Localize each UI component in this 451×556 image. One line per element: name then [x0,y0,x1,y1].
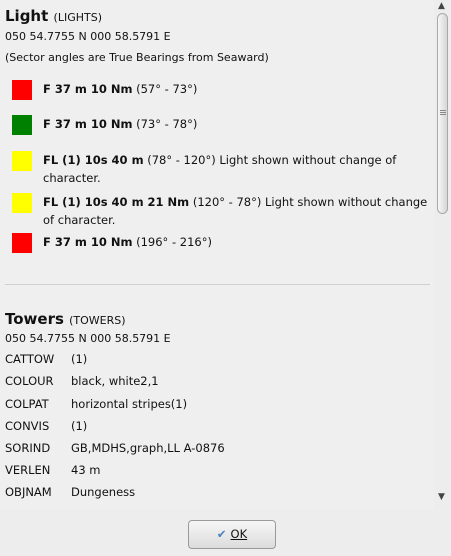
light-section-title: Light (LIGHTS) [5,7,102,25]
towers-position: 050 54.7755 N 000 58.5791 E [5,332,171,345]
scrollbar-thumb[interactable] [437,13,448,214]
sector-color-swatch [12,115,32,135]
attribute-row: CATTOW (1) [5,352,87,366]
attribute-value: GB,MDHS,graph,LL A-0876 [71,441,225,455]
attribute-key: CONVIS [5,419,50,433]
sector-color-swatch [12,80,32,100]
attribute-value: 43 m [71,463,101,477]
attribute-row: SORIND GB,MDHS,graph,LL A-0876 [5,441,225,455]
ok-button[interactable]: ✔ OK [188,520,276,549]
section-divider [5,284,430,285]
attribute-key: OBJNAM [5,485,52,499]
attribute-row: CONVIS (1) [5,419,87,433]
ok-label: OK [230,527,248,541]
towers-code: (TOWERS) [69,314,126,327]
attribute-value: Dungeness [71,485,136,499]
grip-icon [440,110,446,111]
attribute-key: VERLEN [5,463,51,477]
sector-text: F 37 m 10 Nm (73° - 78°) [43,117,198,131]
vertical-scrollbar[interactable]: ▲ ▼ [434,0,451,509]
towers-section-title: Towers (TOWERS) [5,310,126,328]
attribute-value: black, white2,1 [71,374,159,388]
attribute-key: SORIND [5,441,51,455]
sector-color-swatch [12,193,32,213]
check-icon: ✔ [216,527,227,541]
attribute-key: COLOUR [5,374,54,388]
light-code: (LIGHTS) [53,11,102,24]
attribute-row: OBJNAM Dungeness [5,485,135,499]
towers-title: Towers [5,310,64,328]
attribute-value: horizontal stripes(1) [71,397,188,411]
attribute-value: (1) [71,419,88,433]
scroll-up-icon[interactable]: ▲ [438,1,445,11]
sector-note: (Sector angles are True Bearings from Se… [5,51,269,64]
sector-color-swatch [12,151,32,171]
attribute-key: COLPAT [5,397,49,411]
scroll-down-icon[interactable]: ▼ [438,492,445,502]
attribute-row: VERLEN 43 m [5,463,101,477]
sector-color-swatch [12,233,32,253]
sector-text: FL (1) 10s 40 m (78° - 120°) Light shown… [43,153,397,185]
sector-text: FL (1) 10s 40 m 21 Nm (120° - 78°) Light… [43,195,428,227]
attribute-value: (1) [71,352,88,366]
sector-text: F 37 m 10 Nm (196° - 216°) [43,235,212,249]
sector-text: F 37 m 10 Nm (57° - 73°) [43,82,198,96]
light-title: Light [5,7,49,25]
attribute-row: COLOUR black, white2,1 [5,374,159,388]
attribute-row: COLPAT horizontal stripes(1) [5,397,187,411]
feature-info-panel: Light (LIGHTS) 050 54.7755 N 000 58.5791… [0,0,434,509]
attribute-key: CATTOW [5,352,55,366]
light-position: 050 54.7755 N 000 58.5791 E [5,30,171,43]
